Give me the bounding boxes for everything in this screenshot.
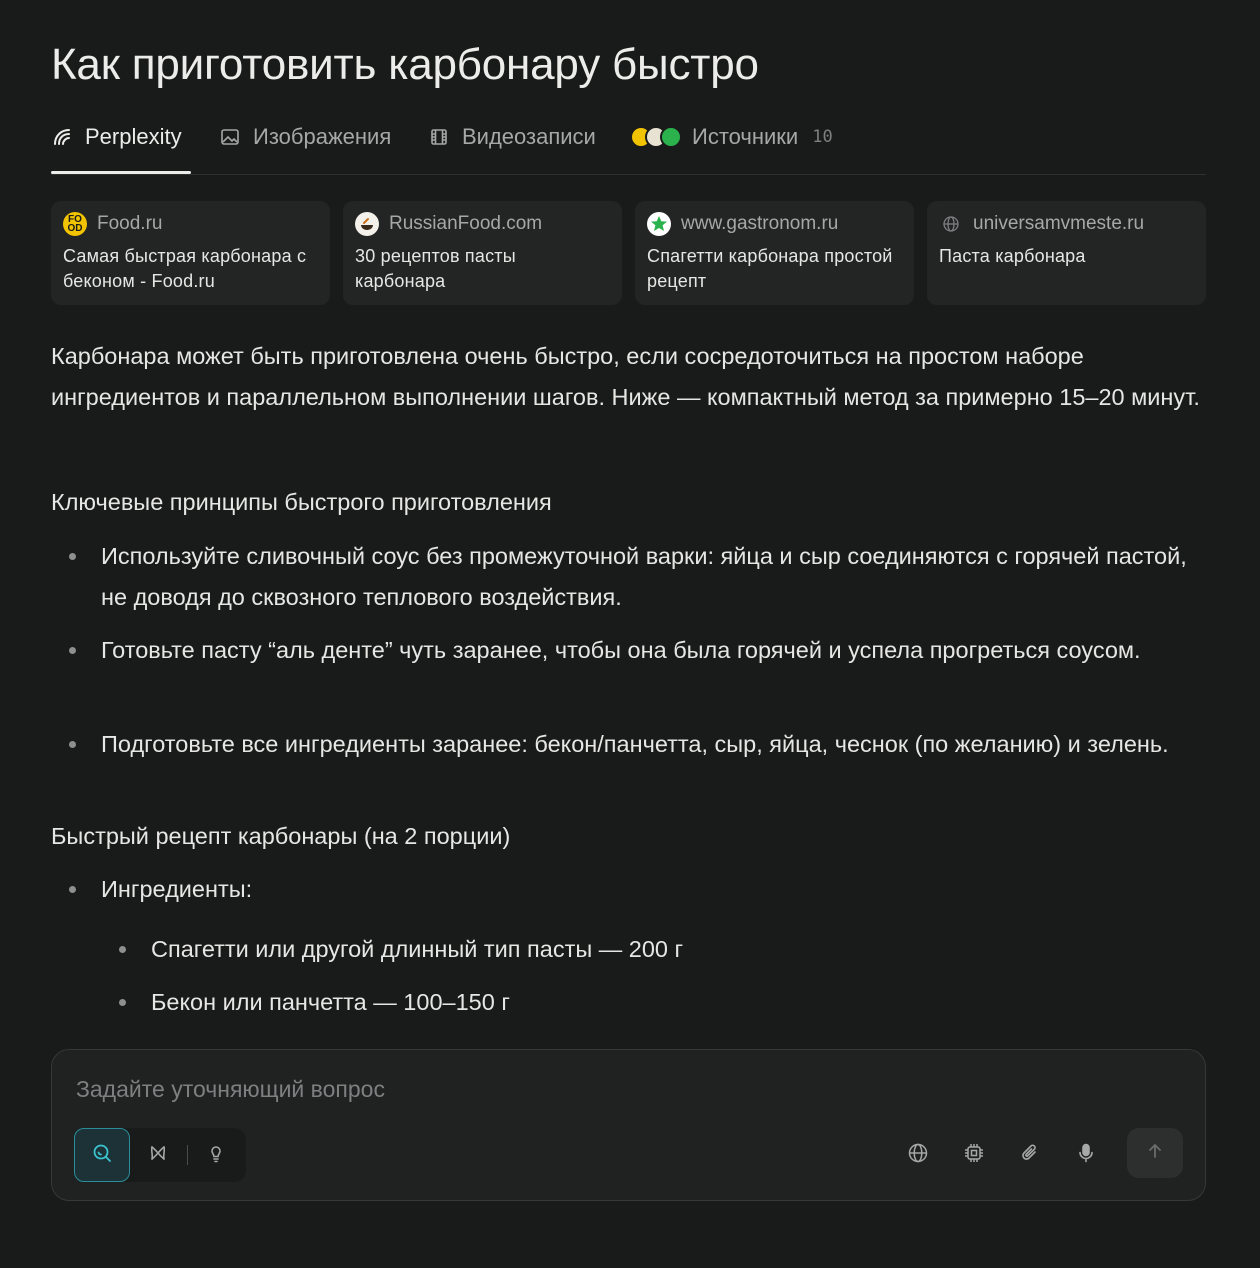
lightbulb-icon bbox=[205, 1142, 227, 1169]
model-button[interactable] bbox=[951, 1128, 997, 1182]
source-favicons bbox=[630, 126, 682, 148]
chip-icon bbox=[963, 1142, 985, 1169]
tab-sources[interactable]: Источники 10 bbox=[630, 120, 833, 172]
list-item: Спагетти или другой длинный тип пасты — … bbox=[119, 929, 1211, 970]
gastronom-logo-icon bbox=[647, 212, 671, 236]
list-item: Подготовьте все ингредиенты заранее: бек… bbox=[69, 724, 1211, 765]
section-heading: Быстрый рецепт карбонары (на 2 порции) bbox=[51, 823, 511, 849]
sources-count: 10 bbox=[812, 127, 833, 147]
list-item: Ингредиенты: bbox=[69, 869, 1211, 910]
favicon-gastronom-icon bbox=[660, 126, 682, 148]
source-card[interactable]: universamvmeste.ru Паста карбонара bbox=[927, 201, 1206, 305]
russianfood-logo-icon bbox=[355, 212, 379, 236]
perplexity-logo-icon bbox=[51, 126, 73, 148]
sources-button[interactable] bbox=[895, 1128, 941, 1182]
source-cards: FO OD Food.ru Самая быстрая карбонара с б… bbox=[51, 201, 1206, 305]
source-title: Самая быстрая карбонара с беконом - Food… bbox=[63, 246, 307, 291]
page-title: Как приготовить карбонару быстро bbox=[51, 40, 759, 89]
list-item: Готовьте пасту “аль денте” чуть заранее,… bbox=[69, 630, 1211, 671]
tab-label: Видеозаписи bbox=[462, 124, 596, 149]
list-item: Используйте сливочный соус без промежуто… bbox=[69, 536, 1211, 618]
tab-label: Изображения bbox=[253, 124, 392, 149]
research-icon bbox=[147, 1142, 169, 1169]
source-title: Паста карбонара bbox=[939, 246, 1086, 266]
search-mode-selector bbox=[74, 1128, 246, 1182]
answer-intro: Карбонара может быть приготовлена очень … bbox=[51, 343, 1200, 410]
search-icon bbox=[90, 1141, 114, 1170]
answer-content: Карбонара может быть приготовлена очень … bbox=[51, 336, 1211, 1015]
source-site: www.gastronom.ru bbox=[681, 213, 839, 234]
arrow-up-icon bbox=[1145, 1141, 1165, 1166]
mode-research-button[interactable] bbox=[130, 1128, 186, 1182]
submit-button[interactable] bbox=[1127, 1128, 1183, 1178]
tab-images[interactable]: Изображения bbox=[219, 120, 391, 172]
source-site: Food.ru bbox=[97, 213, 163, 234]
film-icon bbox=[428, 126, 450, 148]
section-heading: Ключевые принципы быстрого приготовления bbox=[51, 489, 552, 515]
follow-up-input[interactable] bbox=[74, 1070, 1178, 1108]
source-title: 30 рецептов пасты карбонара bbox=[355, 246, 516, 291]
voice-button[interactable] bbox=[1063, 1128, 1109, 1182]
answer-tabs: Perplexity Изображения Видеозаписи Источ… bbox=[51, 120, 1206, 175]
microphone-icon bbox=[1075, 1142, 1097, 1169]
tab-perplexity[interactable]: Perplexity bbox=[51, 120, 191, 174]
source-title: Спагетти карбонара простой рецепт bbox=[647, 246, 893, 291]
paperclip-icon bbox=[1019, 1142, 1041, 1169]
source-card[interactable]: RussianFood.com 30 рецептов пасты карбон… bbox=[343, 201, 622, 305]
mode-search-button[interactable] bbox=[74, 1128, 130, 1182]
globe-icon bbox=[939, 212, 963, 236]
source-card[interactable]: www.gastronom.ru Спагетти карбонара прос… bbox=[635, 201, 914, 305]
tab-label: Источники bbox=[692, 124, 799, 149]
tab-label: Perplexity bbox=[85, 124, 182, 149]
image-icon bbox=[219, 126, 241, 148]
list-item: Бекон или панчетта — 100–150 г bbox=[119, 982, 1211, 1023]
source-card[interactable]: FO OD Food.ru Самая быстрая карбонара с б… bbox=[51, 201, 330, 305]
follow-up-composer bbox=[51, 1049, 1206, 1201]
globe-icon bbox=[907, 1142, 929, 1169]
tab-videos[interactable]: Видеозаписи bbox=[428, 120, 596, 172]
source-site: universamvmeste.ru bbox=[973, 213, 1145, 234]
mode-labs-button[interactable] bbox=[188, 1128, 244, 1182]
food-ru-logo-icon: FO OD bbox=[63, 212, 87, 236]
source-site: RussianFood.com bbox=[389, 213, 543, 234]
attach-button[interactable] bbox=[1007, 1128, 1053, 1182]
